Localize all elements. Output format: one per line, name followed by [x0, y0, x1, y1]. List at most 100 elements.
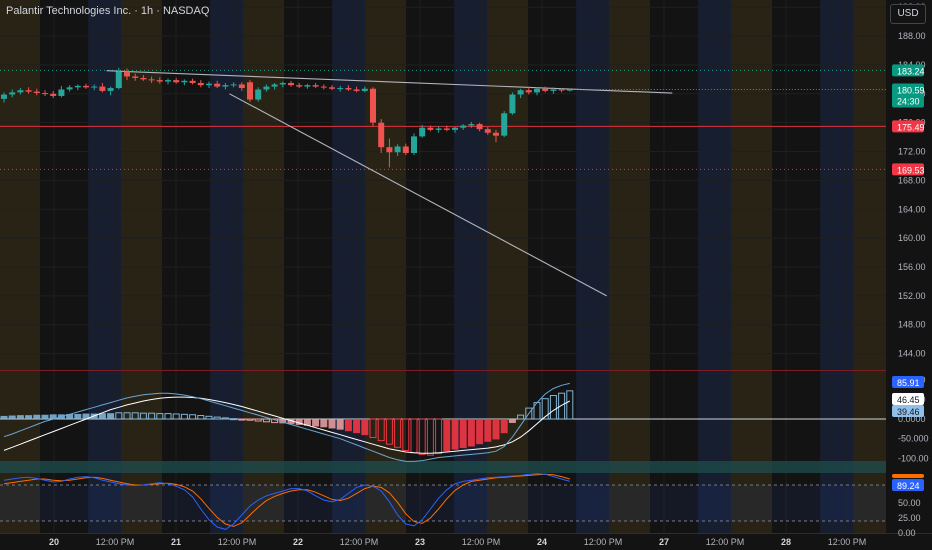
macd-histogram-bar	[426, 418, 434, 456]
time-tick-label: 27	[659, 537, 669, 547]
candle	[42, 90, 48, 96]
candle-body	[427, 127, 434, 130]
macd-histogram-bar	[435, 418, 443, 455]
candle-body	[353, 89, 360, 91]
candle	[304, 83, 311, 89]
candle-body	[279, 82, 286, 85]
price-level-badge: 169.53	[892, 163, 925, 176]
time-tick-label: 24	[537, 537, 547, 547]
price-axis	[886, 0, 932, 550]
macd-tick-label: -100.00	[898, 453, 929, 463]
macd-histogram-bar	[344, 419, 352, 432]
last-price-badge: 180.5924:30	[892, 83, 925, 108]
macd-histogram-bar	[41, 414, 49, 420]
candle-body	[1, 94, 7, 99]
macd-histogram-bar	[541, 398, 549, 420]
candle-body	[476, 124, 483, 130]
time-tick-label: 20	[49, 537, 59, 547]
candle-body	[304, 85, 311, 87]
candle	[509, 92, 516, 115]
macd-histogram-bar	[197, 415, 205, 420]
price-tick-label: 188.00	[898, 31, 926, 41]
candle-body	[173, 80, 180, 83]
badge-bg	[892, 474, 924, 478]
candle	[173, 77, 180, 84]
macd-histogram-bar	[459, 419, 467, 449]
macd-histogram-bar	[549, 395, 557, 420]
candle-body	[9, 92, 16, 95]
candle-body	[558, 89, 565, 91]
candle	[66, 85, 73, 92]
candle-body	[411, 136, 417, 153]
candle	[411, 133, 417, 156]
macd-histogram-bar	[443, 419, 451, 452]
currency-button[interactable]: USD	[890, 4, 926, 24]
macd-histogram-bar	[230, 418, 238, 421]
candle-body	[91, 86, 98, 88]
candle-body	[361, 88, 368, 91]
time-tick-label: 12:00 PM	[96, 537, 135, 547]
candle-body	[165, 80, 171, 82]
macd-value-badge: 39.46	[892, 405, 924, 417]
candle-body	[189, 80, 196, 83]
candle-body	[509, 94, 516, 114]
macd-histogram-bar	[492, 419, 500, 440]
badge-text: 180.59	[897, 86, 925, 96]
candle	[50, 90, 57, 99]
candle-body	[230, 84, 237, 86]
candle-body	[501, 113, 508, 136]
candle-body	[435, 128, 442, 130]
macd-histogram-bar	[328, 419, 336, 429]
chart-canvas[interactable]: 192.00188.00184.00180.00176.00172.00168.…	[0, 0, 932, 550]
badge-text: 39.46	[897, 407, 920, 417]
candle-body	[255, 89, 262, 100]
candle-body	[329, 87, 335, 89]
candle-body	[206, 83, 212, 86]
macd-histogram-bar	[16, 415, 24, 420]
badge-text: 85.91	[897, 378, 920, 388]
macd-histogram-bar	[476, 419, 484, 445]
chart-title: Palantir Technologies Inc. · 1h · NASDAQ	[6, 5, 210, 17]
macd-histogram-bar	[566, 390, 574, 420]
macd-histogram-bar	[508, 419, 516, 423]
stoch-pane-separator	[0, 461, 886, 473]
candle	[255, 87, 262, 102]
candle-body	[452, 127, 458, 130]
badge-text: 46.45	[897, 395, 920, 405]
price-level-badge: 183.24	[892, 64, 925, 77]
candle-body	[74, 85, 81, 88]
candle-body	[517, 90, 524, 95]
macd-histogram-bar	[189, 414, 197, 420]
macd-histogram-bar	[0, 415, 8, 420]
candle-body	[124, 71, 130, 77]
candle-body	[99, 86, 106, 91]
candle-body	[542, 88, 549, 91]
candle-body	[148, 79, 155, 81]
candle-body	[58, 89, 65, 96]
candle-body	[337, 88, 344, 90]
candle-body	[42, 93, 48, 95]
macd-value-badge: 46.45	[892, 393, 924, 405]
badge-text: 89.24	[897, 481, 920, 491]
macd-histogram-bar	[320, 419, 328, 428]
macd-histogram-bar	[467, 419, 475, 447]
candle	[58, 85, 65, 98]
candle-body	[33, 91, 40, 94]
price-tick-label: 164.00	[898, 204, 926, 214]
time-tick-label: 12:00 PM	[584, 537, 623, 547]
candle-body	[370, 88, 376, 123]
candle-body	[115, 71, 122, 89]
time-tick-label: 12:00 PM	[218, 537, 257, 547]
candle	[288, 80, 294, 87]
candle	[312, 82, 319, 89]
macd-histogram-bar	[164, 413, 172, 420]
candle-body	[312, 85, 319, 87]
candle-body	[238, 84, 245, 89]
candle-body	[50, 93, 57, 96]
candle	[501, 111, 508, 138]
candle-body	[386, 147, 393, 153]
macd-histogram-bar	[361, 419, 369, 436]
stoch-value-badge: 89.24	[892, 479, 924, 491]
price-tick-label: 148.00	[898, 320, 926, 330]
candle-body	[156, 80, 163, 82]
